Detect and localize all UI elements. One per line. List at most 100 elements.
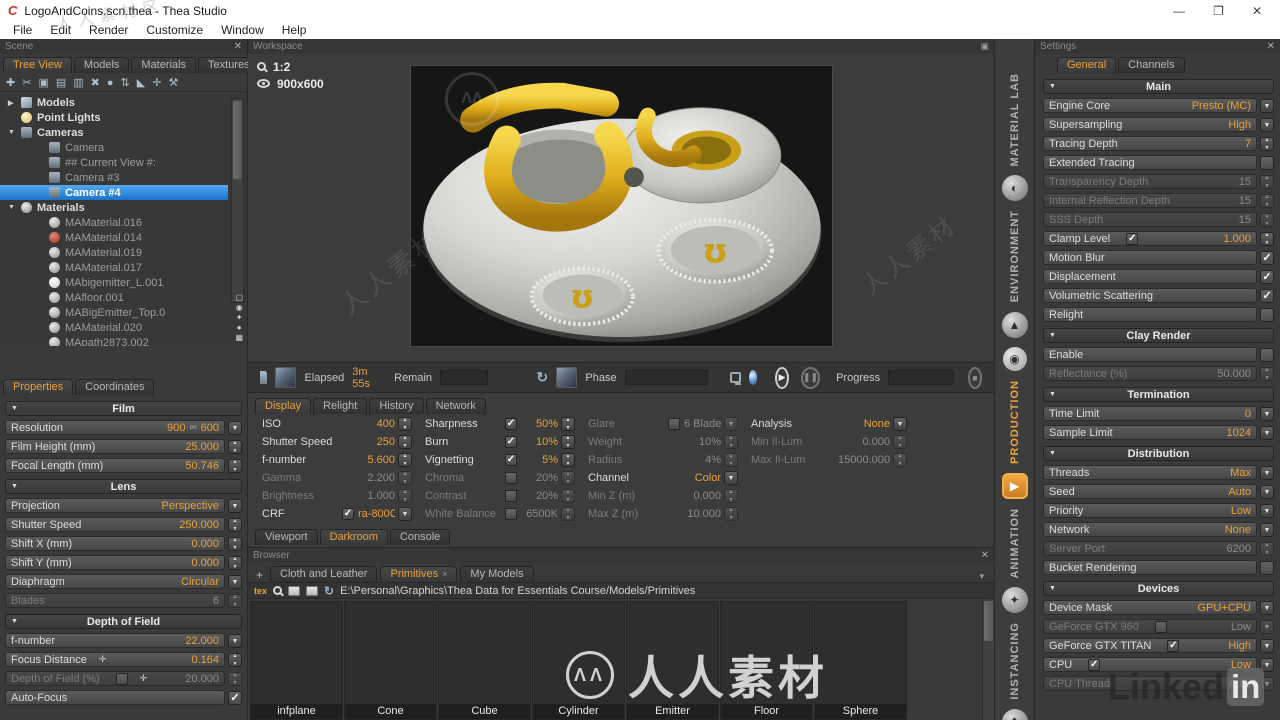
display-setting-row[interactable]: Burn 10% bbox=[425, 434, 575, 449]
darkroom-view-tab[interactable]: Relight bbox=[313, 398, 367, 414]
scene-tab[interactable]: Models bbox=[74, 57, 129, 73]
folder-up-icon[interactable] bbox=[288, 586, 300, 596]
property-row[interactable]: Diaphragm Circular bbox=[5, 574, 242, 589]
row-control[interactable] bbox=[1260, 466, 1274, 480]
tree-mini-light-icon[interactable]: ◉ bbox=[236, 303, 243, 312]
tree-mini-window-icon[interactable]: ▢ bbox=[235, 293, 243, 302]
tab-material-lab[interactable]: MATERIAL LAB bbox=[1009, 73, 1021, 166]
row-control[interactable] bbox=[893, 453, 907, 467]
property-row[interactable]: Focal Length (mm) 50.746 bbox=[5, 458, 242, 473]
folder-icon[interactable] bbox=[306, 586, 318, 596]
refresh-icon[interactable]: ↻ bbox=[324, 584, 334, 598]
display-setting-row[interactable]: Vignetting 5% bbox=[425, 452, 575, 467]
settings-row[interactable]: Threads Max bbox=[1043, 465, 1274, 480]
tree-mini-grid-icon[interactable]: ▦ bbox=[235, 333, 243, 342]
row-control[interactable] bbox=[1260, 426, 1274, 440]
tree-item[interactable]: MAMaterial.020 bbox=[0, 320, 228, 335]
property-row[interactable]: Depth of Field (%) 20.000 bbox=[5, 671, 242, 686]
material-lab-icon[interactable]: ◐ bbox=[1002, 175, 1028, 201]
scene-close-icon[interactable]: ✕ bbox=[234, 41, 242, 52]
clay-section-header[interactable]: ▼ Clay Render bbox=[1043, 328, 1274, 343]
row-control[interactable] bbox=[1260, 639, 1274, 653]
film-section-header[interactable]: ▼ Film bbox=[5, 401, 242, 416]
row-control[interactable] bbox=[561, 489, 575, 503]
restore-button[interactable]: ❐ bbox=[1213, 4, 1224, 18]
setting-checkbox[interactable] bbox=[505, 472, 517, 484]
display-setting-row[interactable]: Glare 6 Blades bbox=[588, 416, 738, 431]
display-setting-row[interactable]: Chroma 20% bbox=[425, 470, 575, 485]
properties-tab[interactable]: Properties bbox=[3, 379, 73, 395]
settings-row[interactable]: Server Port 6200 bbox=[1043, 541, 1274, 556]
row-control[interactable] bbox=[398, 435, 412, 449]
scene-tab[interactable]: Materials bbox=[131, 57, 196, 73]
row-control[interactable] bbox=[724, 507, 738, 521]
workspace-detach-icon[interactable]: ▣ bbox=[980, 41, 989, 52]
settings-row[interactable]: Reflectance (%) 50.000 bbox=[1043, 366, 1274, 381]
model-tile[interactable]: Cone bbox=[344, 601, 437, 720]
browser-close-icon[interactable]: ✕ bbox=[981, 550, 989, 561]
property-row[interactable]: Resolution 900 600 bbox=[5, 420, 242, 435]
tree-mini-tool-icon[interactable]: ✦ bbox=[236, 313, 243, 322]
setting-checkbox[interactable] bbox=[668, 418, 680, 430]
row-control[interactable] bbox=[1260, 485, 1274, 499]
render-thumbnail[interactable] bbox=[275, 367, 296, 388]
lens-section-header[interactable]: ▼ Lens bbox=[5, 479, 242, 494]
row-control[interactable] bbox=[1260, 677, 1274, 691]
row-control[interactable] bbox=[228, 459, 242, 473]
menu-item[interactable]: Help bbox=[273, 23, 316, 37]
property-row[interactable]: f-number 22.000 bbox=[5, 633, 242, 648]
row-control[interactable] bbox=[1260, 175, 1274, 189]
save-disc-icon[interactable] bbox=[749, 370, 757, 385]
display-setting-row[interactable]: Sharpness 50% bbox=[425, 416, 575, 431]
darkroom-view-tab[interactable]: Display bbox=[255, 398, 311, 414]
delete-icon[interactable]: ✖ bbox=[91, 76, 100, 89]
settings-row[interactable]: Relight bbox=[1043, 307, 1274, 322]
row-control[interactable] bbox=[1260, 289, 1274, 303]
row-control[interactable] bbox=[1260, 137, 1274, 151]
row-control[interactable] bbox=[398, 453, 412, 467]
row-control[interactable] bbox=[228, 440, 242, 454]
tree-item[interactable]: MABigEmitter_Top.0 bbox=[0, 305, 228, 320]
distribution-section-header[interactable]: ▼ Distribution bbox=[1043, 446, 1274, 461]
settings-tab[interactable]: Channels bbox=[1118, 57, 1184, 73]
tools-icon[interactable]: ⚒ bbox=[168, 76, 178, 89]
settings-row[interactable]: Bucket Rendering bbox=[1043, 560, 1274, 575]
display-setting-row[interactable]: Shutter Speed 250 bbox=[262, 434, 412, 449]
model-tile[interactable]: Cylinder bbox=[532, 601, 625, 720]
gizmo-icon[interactable]: ✛ bbox=[152, 76, 161, 89]
browser-tab-overflow-icon[interactable]: ▾ bbox=[979, 571, 990, 582]
settings-row[interactable]: Seed Auto bbox=[1043, 484, 1274, 499]
row-control[interactable] bbox=[1260, 308, 1274, 322]
settings-row[interactable]: Extended Tracing bbox=[1043, 155, 1274, 170]
settings-row[interactable]: Clamp Level 1.000 bbox=[1043, 231, 1274, 246]
property-checkbox[interactable] bbox=[116, 673, 128, 685]
row-control[interactable] bbox=[1260, 251, 1274, 265]
settings-row[interactable]: Transparency Depth 15 bbox=[1043, 174, 1274, 189]
paste-icon[interactable]: ▤ bbox=[56, 76, 66, 89]
settings-row[interactable]: CPU Threads Auto bbox=[1043, 676, 1274, 691]
display-setting-row[interactable]: ISO 400 bbox=[262, 416, 412, 431]
settings-close-icon[interactable]: ✕ bbox=[1267, 41, 1275, 52]
main-section-header[interactable]: ▼ Main bbox=[1043, 79, 1274, 94]
tree-item[interactable]: ▼ Materials bbox=[0, 200, 228, 215]
row-control[interactable] bbox=[398, 489, 412, 503]
setting-checkbox[interactable] bbox=[505, 436, 517, 448]
row-control[interactable] bbox=[228, 421, 242, 435]
setting-checkbox[interactable] bbox=[505, 508, 517, 520]
settings-row[interactable]: Priority Low bbox=[1043, 503, 1274, 518]
setting-checkbox[interactable] bbox=[1155, 621, 1167, 633]
darkroom-view-tab[interactable]: History bbox=[369, 398, 423, 414]
duplicate-icon[interactable]: ▥ bbox=[73, 76, 83, 89]
display-setting-row[interactable]: Max Z (m) 10.000 bbox=[588, 506, 738, 521]
property-row[interactable]: Film Height (mm) 25.000 bbox=[5, 439, 242, 454]
animation-icon[interactable]: ✦ bbox=[1002, 587, 1028, 613]
row-control[interactable] bbox=[724, 435, 738, 449]
row-control[interactable] bbox=[228, 672, 242, 686]
row-control[interactable] bbox=[1260, 348, 1274, 362]
display-setting-row[interactable]: Contrast 20% bbox=[425, 488, 575, 503]
workspace-mode-tab[interactable]: Darkroom bbox=[320, 529, 388, 545]
model-tile[interactable]: Floor bbox=[720, 601, 813, 720]
tree-item[interactable]: MAfloor.001 bbox=[0, 290, 228, 305]
picker-icon[interactable] bbox=[140, 673, 148, 684]
property-row[interactable]: Projection Perspective bbox=[5, 498, 242, 513]
